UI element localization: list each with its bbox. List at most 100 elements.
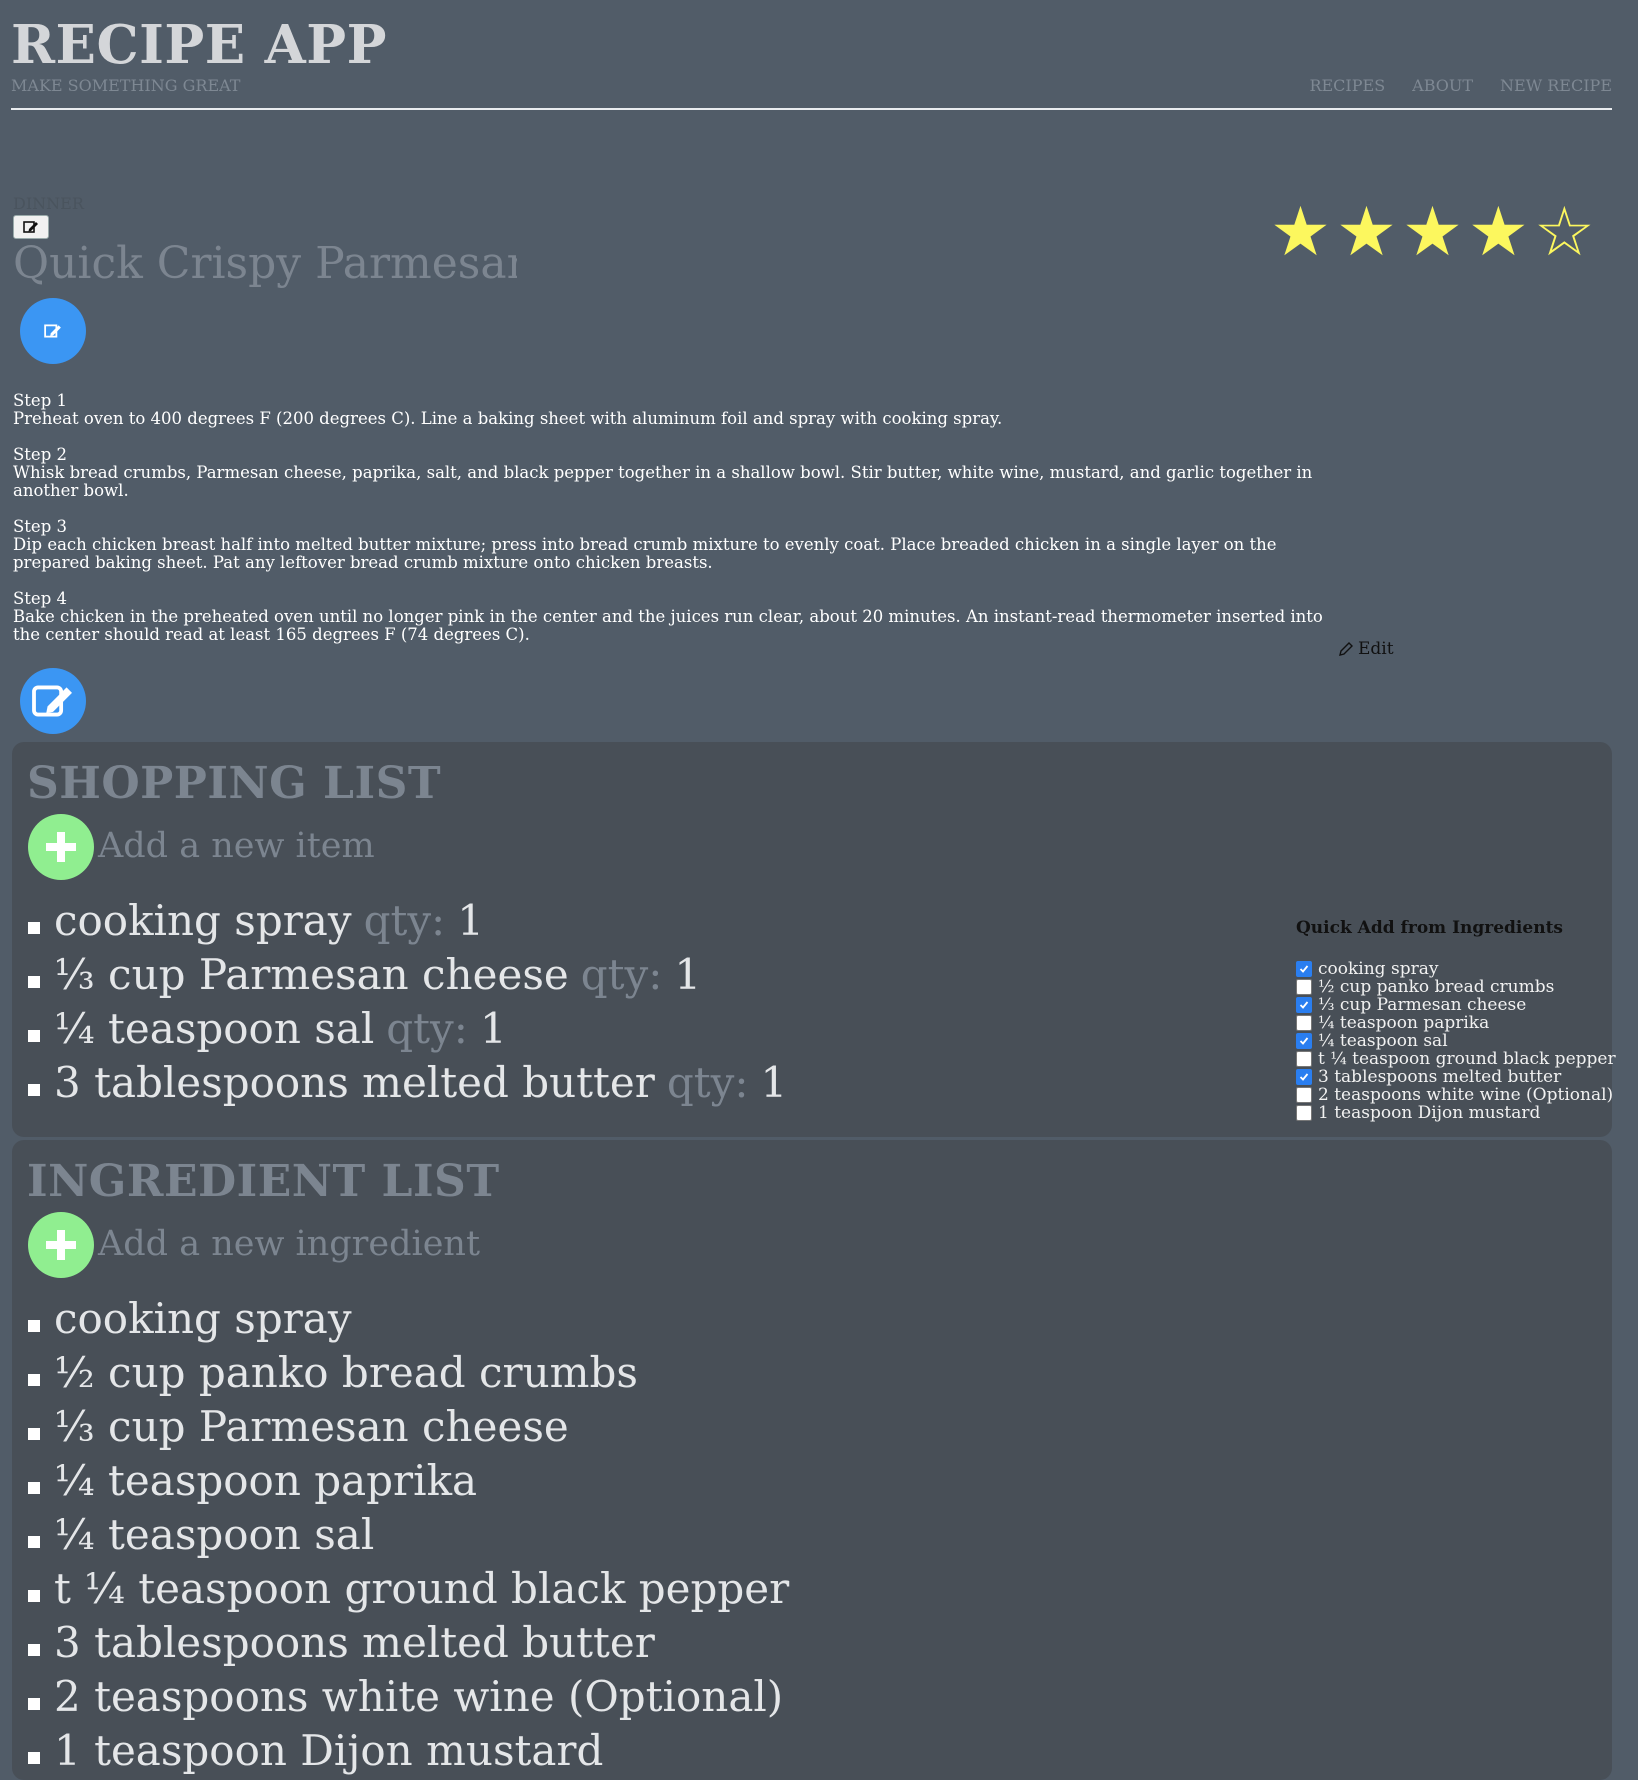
ingredient-name: 3 tablespoons melted butter [54,1618,655,1667]
checkmark-icon [1299,965,1309,973]
ingredient-item[interactable]: t ¼ teaspoon ground black pepper [28,1562,789,1616]
edit-icon [32,685,72,717]
pencil-icon [1339,642,1353,656]
quick-add-item: cooking spray [1296,959,1616,979]
checkmark-icon [1299,1001,1309,1009]
edit-category-button[interactable] [13,215,49,239]
add-item-button[interactable] [28,814,94,880]
step-label: Step 4 [13,589,68,608]
quick-add-checkbox[interactable] [1296,1105,1312,1121]
step-text: Dip each chicken breast half into melted… [13,535,1277,572]
ingredient-name: t ¼ teaspoon ground black pepper [54,1564,790,1613]
nav-new-recipe-link[interactable]: NEW RECIPE [1500,76,1612,95]
ingredient-item[interactable]: 2 teaspoons white wine (Optional) [28,1670,789,1724]
quick-add-label: ¼ teaspoon sal [1318,1031,1448,1051]
quick-add-label: 1 teaspoon Dijon mustard [1318,1103,1541,1123]
ingredient-item[interactable]: ¼ teaspoon sal [28,1508,789,1562]
quick-add-checkbox[interactable] [1296,1033,1312,1049]
edit-icon [23,221,38,233]
item-name: 3 tablespoons melted butter [54,1058,655,1107]
star-filled-icon[interactable]: ★ [1402,196,1463,270]
quick-add-checkbox[interactable] [1296,1069,1312,1085]
quick-add-title: Quick Add from Ingredients [1296,918,1563,938]
ingredient-name: ¼ teaspoon paprika [54,1456,478,1505]
quick-add-label: t ¼ teaspoon ground black pepper [1318,1049,1616,1069]
recipe-step: Step 4 Bake chicken in the preheated oven… [13,590,1353,644]
add-ingredient-input[interactable]: Add a new ingredient [98,1224,480,1264]
item-name: ¼ teaspoon sal [54,1004,375,1053]
plus-icon [46,1230,76,1260]
quick-add-checkbox[interactable] [1296,1015,1312,1031]
quick-add-checkbox[interactable] [1296,1087,1312,1103]
add-ingredient-button[interactable] [28,1212,94,1278]
shopping-items: cooking spray qty: 1 ⅓ cup Parmesan cheese q… [28,894,787,1110]
quick-add-item: ¼ teaspoon sal [1296,1031,1616,1051]
edit-steps-button[interactable] [20,668,86,734]
edit-icon [44,324,61,338]
shopping-list-item[interactable]: cooking spray qty: 1 [28,894,787,948]
edit-title-button[interactable] [20,298,86,364]
quick-add-item: 3 tablespoons melted butter [1296,1067,1616,1087]
ingredient-item[interactable]: ¼ teaspoon paprika [28,1454,789,1508]
recipe-category: DINNER [13,194,84,213]
ingredient-name: 2 teaspoons white wine (Optional) [54,1672,784,1721]
qty-value[interactable]: 1 [761,1056,788,1110]
ingredient-item[interactable]: 1 teaspoon Dijon mustard [28,1724,789,1778]
recipe-step: Step 2 Whisk bread crumbs, Parmesan chees… [13,446,1353,500]
shopping-list-item[interactable]: ¼ teaspoon sal qty: 1 [28,1002,787,1056]
ingredient-item[interactable]: 3 tablespoons melted butter [28,1616,789,1670]
rating-stars[interactable]: ★ ★ ★ ★ ☆ [1270,196,1595,270]
step-text: Preheat oven to 400 degrees F (200 degre… [13,409,1003,428]
ingredient-list-panel: INGREDIENT LIST Add a new ingredient coo… [12,1140,1612,1780]
star-empty-icon[interactable]: ☆ [1534,196,1595,270]
quick-add-item: 1 teaspoon Dijon mustard [1296,1103,1616,1123]
recipe-step: Step 1 Preheat oven to 400 degrees F (200… [13,392,1353,428]
add-item-input[interactable]: Add a new item [98,826,375,866]
item-name: ⅓ cup Parmesan cheese [54,950,569,999]
edit-steps-link[interactable]: Edit [1338,639,1394,659]
plus-icon [46,832,76,862]
step-text: Bake chicken in the preheated oven until… [13,607,1323,644]
edit-steps-label: Edit [1358,639,1394,659]
quick-add-label: 3 tablespoons melted butter [1318,1067,1562,1087]
app-title: RECIPE APP [11,14,387,76]
shopping-list-title: SHOPPING LIST [27,758,442,809]
nav-recipes-link[interactable]: RECIPES [1309,76,1385,95]
qty-value[interactable]: 1 [480,1002,507,1056]
quick-add-checkbox[interactable] [1296,997,1312,1013]
qty-value[interactable]: 1 [674,948,701,1002]
quick-add-label: 2 teaspoons white wine (Optional) [1318,1085,1614,1105]
quick-add-checkbox[interactable] [1296,979,1312,995]
recipe-title: Quick Crispy Parmesan Chicken Breasts [13,238,517,289]
ingredient-items: cooking spray ½ cup panko bread crumbs ⅓ c… [28,1292,789,1778]
ingredient-item[interactable]: cooking spray [28,1292,789,1346]
quick-add-item: t ¼ teaspoon ground black pepper [1296,1049,1616,1069]
ingredient-name: ½ cup panko bread crumbs [54,1348,638,1397]
step-label: Step 2 [13,445,68,464]
step-label: Step 3 [13,517,68,536]
recipe-step: Step 3 Dip each chicken breast half into … [13,518,1353,572]
star-filled-icon[interactable]: ★ [1270,196,1331,270]
qty-label: qty: [580,950,663,999]
star-filled-icon[interactable]: ★ [1336,196,1397,270]
star-filled-icon[interactable]: ★ [1468,196,1529,270]
quick-add-checkbox[interactable] [1296,1051,1312,1067]
ingredient-list-title: INGREDIENT LIST [27,1156,500,1207]
main-nav: RECIPES ABOUT NEW RECIPE [1309,76,1612,95]
nav-about-link[interactable]: ABOUT [1412,76,1473,95]
quick-add-label: ½ cup panko bread crumbs [1318,977,1555,997]
quick-add-item: ½ cup panko bread crumbs [1296,977,1616,997]
qty-value[interactable]: 1 [457,894,484,948]
ingredient-item[interactable]: ⅓ cup Parmesan cheese [28,1400,789,1454]
ingredient-name: ⅓ cup Parmesan cheese [54,1402,569,1451]
qty-label: qty: [386,1004,468,1053]
app-header: RECIPE APP MAKE SOMETHING GREAT RECIPES … [11,14,1612,110]
item-name: cooking spray [54,896,352,945]
shopping-list-item[interactable]: ⅓ cup Parmesan cheese qty: 1 [28,948,787,1002]
quick-add-checkbox[interactable] [1296,961,1312,977]
quick-add-item: 2 teaspoons white wine (Optional) [1296,1085,1616,1105]
shopping-list-item[interactable]: 3 tablespoons melted butter qty: 1 [28,1056,787,1110]
quick-add-label: ¼ teaspoon paprika [1318,1013,1490,1033]
quick-add-label: cooking spray [1318,959,1439,979]
ingredient-item[interactable]: ½ cup panko bread crumbs [28,1346,789,1400]
